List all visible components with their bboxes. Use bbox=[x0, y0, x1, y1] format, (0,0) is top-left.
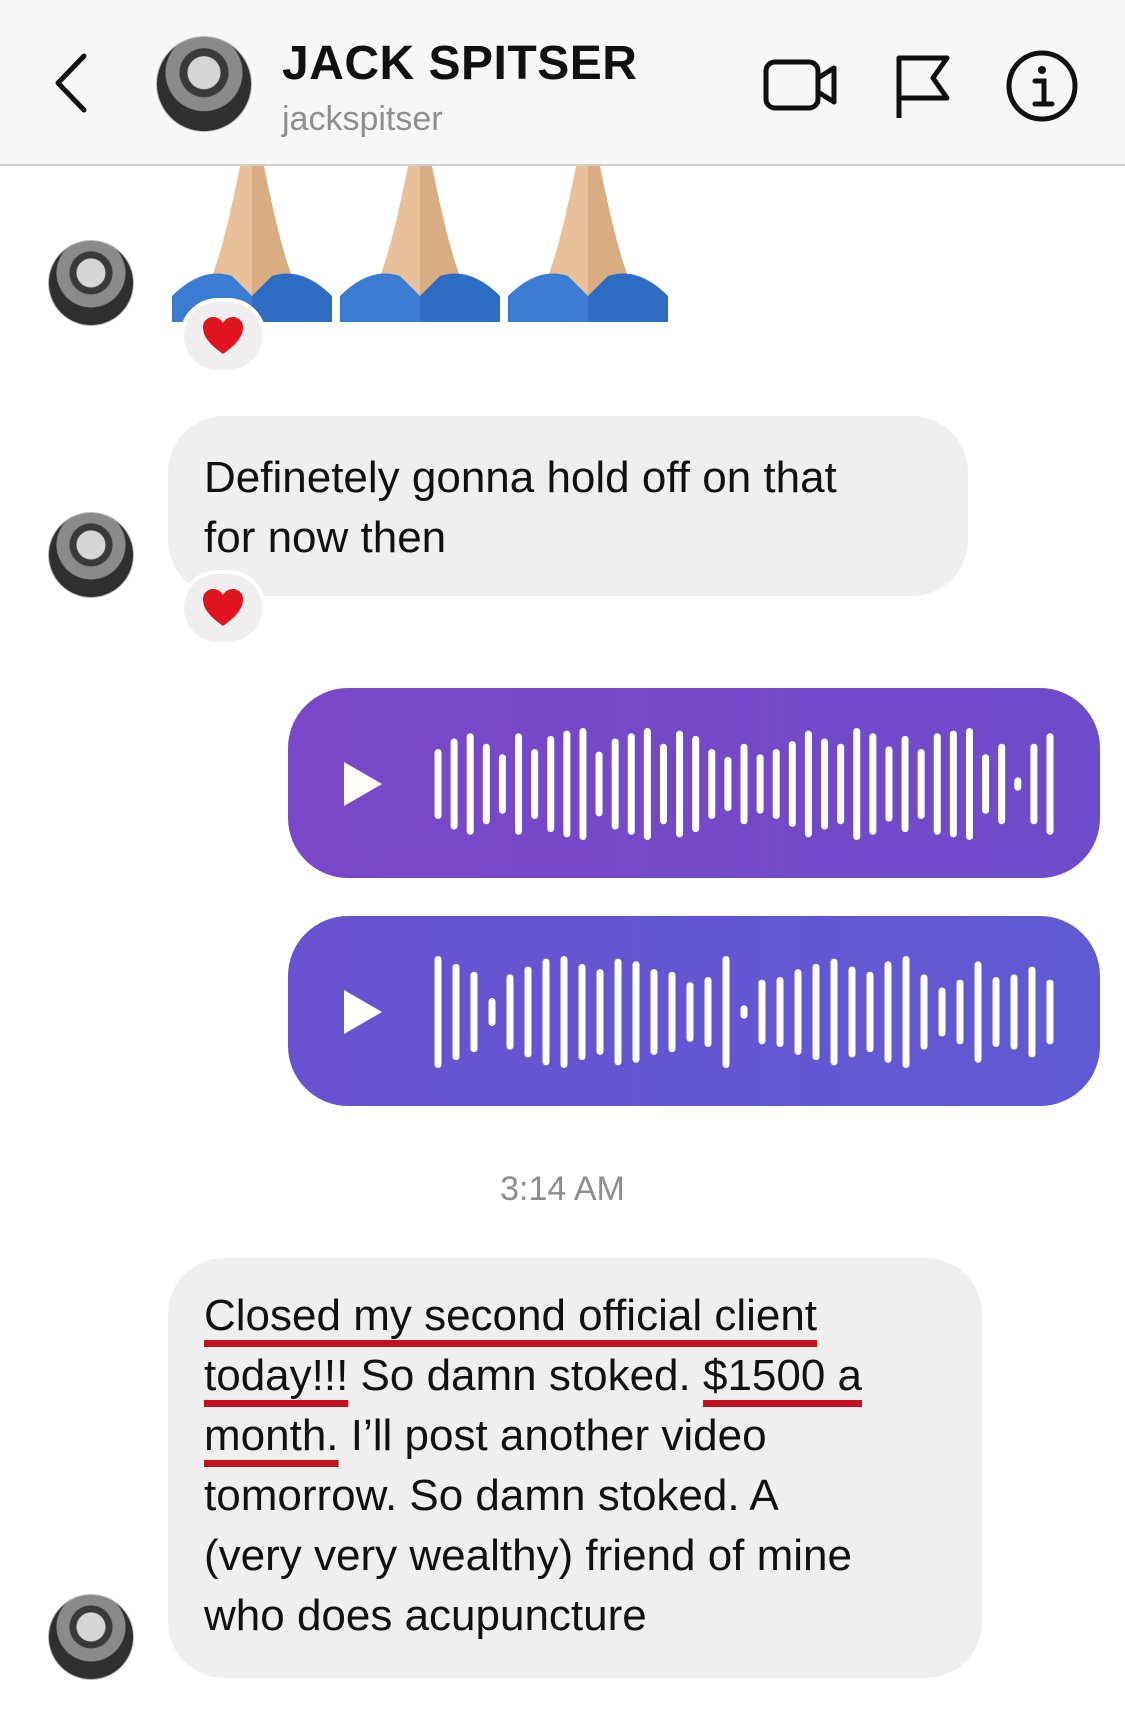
message-line: today!!! So damn stoked. $1500 a bbox=[204, 1346, 946, 1406]
info-icon[interactable] bbox=[1004, 48, 1080, 129]
heart-reaction[interactable] bbox=[180, 298, 266, 374]
message-text: So damn stoked. bbox=[348, 1351, 703, 1400]
message-line: Definetely gonna hold off on that bbox=[204, 453, 837, 502]
flag-icon[interactable] bbox=[893, 48, 955, 127]
voice-message[interactable] bbox=[288, 688, 1100, 878]
message-line: Closed my second official client bbox=[204, 1286, 946, 1346]
avatar[interactable] bbox=[156, 36, 252, 132]
contact-username[interactable]: jackspitser bbox=[282, 100, 443, 139]
highlighted-text: today!!! bbox=[204, 1351, 349, 1400]
voice-message[interactable] bbox=[288, 916, 1100, 1106]
highlighted-text: Closed my second official client bbox=[204, 1291, 818, 1340]
message-text: I’ll post another video bbox=[338, 1411, 767, 1460]
message-line: for now then bbox=[204, 513, 447, 562]
incoming-message-bubble[interactable]: Definetely gonna hold off on that for no… bbox=[168, 416, 968, 596]
avatar[interactable] bbox=[48, 512, 134, 598]
back-chevron-icon[interactable] bbox=[48, 48, 98, 118]
waveform[interactable] bbox=[430, 724, 1070, 844]
message-line: who does acupuncture bbox=[204, 1591, 647, 1640]
contact-name[interactable]: JACK SPITSER bbox=[282, 36, 637, 91]
avatar[interactable] bbox=[48, 1594, 134, 1680]
chat-header: JACK SPITSER jackspitser bbox=[0, 0, 1125, 166]
heart-icon bbox=[203, 589, 243, 626]
message-line: tomorrow. So damn stoked. A bbox=[204, 1471, 779, 1520]
heart-reaction[interactable] bbox=[180, 570, 266, 646]
highlighted-text: $1500 a bbox=[702, 1351, 863, 1400]
folded-hands-emoji bbox=[340, 166, 500, 322]
video-camera-icon[interactable] bbox=[762, 48, 840, 123]
waveform[interactable] bbox=[430, 952, 1070, 1072]
timestamp: 3:14 AM bbox=[500, 1170, 625, 1208]
incoming-message-bubble[interactable]: Closed my second official client today!!… bbox=[168, 1258, 982, 1678]
heart-icon bbox=[203, 317, 243, 354]
highlighted-text: month. bbox=[204, 1411, 339, 1460]
message-line: (very very wealthy) friend of mine bbox=[204, 1531, 852, 1580]
message-line: month. I’ll post another video bbox=[204, 1406, 946, 1466]
play-icon[interactable] bbox=[340, 986, 386, 1043]
emoji-message[interactable] bbox=[172, 166, 672, 322]
folded-hands-emoji bbox=[508, 166, 668, 322]
folded-hands-emoji bbox=[172, 166, 332, 322]
avatar[interactable] bbox=[48, 240, 134, 326]
play-icon[interactable] bbox=[340, 758, 386, 815]
